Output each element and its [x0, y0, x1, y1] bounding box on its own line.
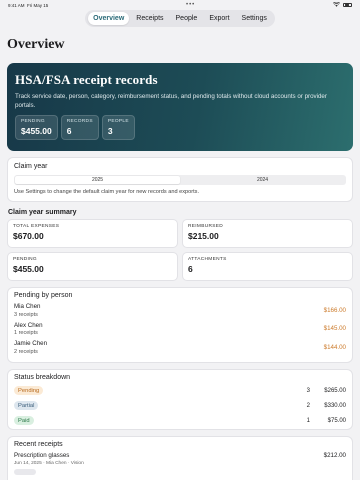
hero-title: HSA/FSA receipt records: [15, 72, 158, 87]
person-name: Jamie Chen: [14, 340, 48, 347]
status-count: 1: [306, 417, 310, 424]
status-amount: $75.00: [327, 417, 346, 424]
page-title: Overview: [7, 37, 65, 52]
summary-value: $670.00: [13, 231, 44, 241]
stat-value: $455.00: [21, 125, 52, 136]
summary-label: PENDING: [13, 257, 37, 262]
recent-receipt-amount: $212.00: [323, 452, 346, 459]
pending-by-person-card: Pending by person Mia Chen 3 receipts $1…: [7, 287, 353, 363]
stat-label: PENDING: [21, 119, 45, 124]
person-receipt-count: 2 receipts: [14, 348, 38, 355]
person-receipt-count: 3 receipts: [14, 311, 38, 318]
battery-icon: [342, 2, 352, 8]
person-pending-amount: $166.00: [323, 306, 346, 314]
person-info: Mia Chen 3 receipts: [14, 303, 40, 318]
hero-stats: PENDING $455.00 RECORDS 6 PEOPLE 3: [15, 115, 345, 140]
recent-receipt-title: Prescription glasses: [14, 452, 70, 459]
claim-year-picker: 2025 2024: [14, 175, 346, 185]
summary-section-title: Claim year summary: [8, 209, 77, 216]
status-breakdown-card: Status breakdown Pending 3 $265.00 Parti…: [7, 369, 353, 430]
status-row-paid[interactable]: Paid 1 $75.00: [14, 415, 346, 426]
recent-receipt-row[interactable]: Prescription glasses Jun 14, 2025 · Mia …: [14, 452, 346, 475]
tab-bar: Overview Receipts People Export Settings: [0, 10, 360, 27]
person-name: Alex Chen: [14, 321, 43, 329]
summary-label: REIMBURSED: [188, 224, 223, 229]
person-pending-amount: $144.00: [323, 343, 346, 351]
stat-people: PEOPLE 3: [101, 115, 135, 140]
status-badge: Partial: [14, 401, 39, 410]
person-info: Jamie Chen 2 receipts: [14, 340, 47, 355]
multitask-dots-icon[interactable]: •••: [186, 2, 195, 8]
wifi-icon: [332, 1, 341, 8]
status-time-date: 9:41 AM Fri May 15: [8, 3, 48, 8]
tab-receipts[interactable]: Receipts: [131, 12, 168, 25]
summary-attachments: ATTACHMENTS 6: [182, 252, 353, 281]
summary-label: ATTACHMENTS: [188, 257, 227, 262]
status-time: 9:41 AM: [8, 2, 25, 8]
stat-label: PEOPLE: [107, 119, 129, 124]
status-row-pending[interactable]: Pending 3 $265.00: [14, 385, 346, 396]
claim-year-card: Claim year 2025 2024 Use Settings to cha…: [7, 157, 353, 202]
person-receipt-count: 1 receipts: [14, 330, 38, 336]
stat-label: RECORDS: [66, 119, 93, 124]
summary-pending: PENDING $455.00: [7, 252, 178, 281]
person-info: Alex Chen 1 receipts: [14, 322, 43, 337]
person-row-mia[interactable]: Mia Chen 3 receipts $166.00: [14, 303, 346, 318]
tab-settings[interactable]: Settings: [237, 12, 272, 25]
stat-value: 3: [107, 125, 113, 136]
status-breakdown-heading: Status breakdown: [14, 374, 71, 381]
recent-receipt-meta: Jun 14, 2025 · Mia Chen · Vision: [14, 460, 84, 466]
summary-grid: TOTAL EXPENSES $670.00 REIMBURSED $215.0…: [7, 219, 353, 281]
person-row-jamie[interactable]: Jamie Chen 2 receipts $144.00: [14, 340, 346, 355]
recent-receipt-badge: [14, 468, 36, 475]
status-count: 2: [306, 402, 310, 409]
tab-segment-control: Overview Receipts People Export Settings: [85, 10, 275, 27]
status-count: 3: [306, 387, 310, 394]
hero-banner: HSA/FSA receipt records Track service da…: [7, 63, 353, 151]
recent-receipt-info: Prescription glasses Jun 14, 2025 · Mia …: [14, 452, 84, 475]
claim-year-heading: Claim year: [14, 163, 48, 170]
claim-year-note: Use Settings to change the default claim…: [14, 189, 200, 195]
status-date: Fri May 15: [27, 2, 49, 8]
status-badge: Pending: [14, 386, 44, 395]
tab-export[interactable]: Export: [204, 12, 234, 25]
person-row-alex[interactable]: Alex Chen 1 receipts $145.00: [14, 322, 346, 337]
status-amount: $265.00: [324, 387, 346, 394]
claim-year-option-2024[interactable]: 2024: [180, 176, 345, 184]
stat-value: 6: [66, 125, 72, 136]
stat-pending: PENDING $455.00: [15, 115, 58, 140]
hero-description: Track service date, person, category, re…: [15, 93, 327, 109]
tab-people[interactable]: People: [171, 12, 203, 25]
summary-value: $215.00: [188, 231, 219, 241]
status-amount: $330.00: [324, 402, 346, 409]
pending-by-person-heading: Pending by person: [14, 292, 73, 299]
status-row-partial[interactable]: Partial 2 $330.00: [14, 400, 346, 411]
summary-label: TOTAL EXPENSES: [13, 224, 60, 229]
person-pending-amount: $145.00: [323, 325, 346, 333]
tab-overview[interactable]: Overview: [88, 12, 130, 25]
status-indicators: [332, 1, 352, 8]
recent-receipts-heading: Recent receipts: [14, 441, 63, 448]
summary-total-expenses: TOTAL EXPENSES $670.00: [7, 219, 178, 248]
person-name: Mia Chen: [14, 303, 41, 310]
summary-reimbursed: REIMBURSED $215.00: [182, 219, 353, 248]
summary-value: $455.00: [13, 264, 44, 274]
status-bar: 9:41 AM Fri May 15 •••: [0, 0, 360, 10]
recent-receipts-card: Recent receipts Prescription glasses Jun…: [7, 436, 353, 480]
status-badge: Paid: [14, 416, 34, 425]
summary-value: 6: [188, 264, 193, 274]
stat-records: RECORDS 6: [60, 115, 99, 140]
claim-year-option-2025[interactable]: 2025: [15, 176, 180, 184]
